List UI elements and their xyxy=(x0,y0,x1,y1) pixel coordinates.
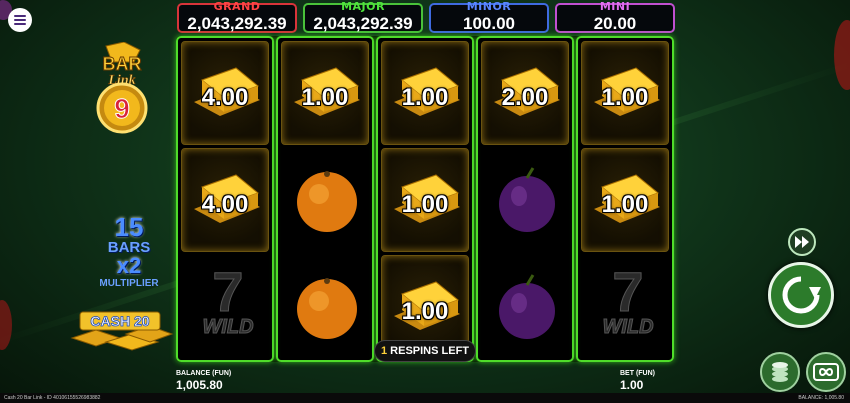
gold-bar-value: 1.00 xyxy=(401,298,449,325)
plum-cell xyxy=(481,148,569,252)
multiplier-label: MULTIPLIER xyxy=(99,278,159,289)
bars-counter: 15 BARS x2 MULTIPLIER xyxy=(90,214,168,289)
respins-left-badge: 1 RESPINS LEFT xyxy=(374,340,476,362)
footer-strip: Cash 20 Bar Link - ID 40106155526983882 … xyxy=(0,393,850,403)
gold-bar-cell: 4.00 xyxy=(181,148,269,252)
bet-coins-button[interactable] xyxy=(760,352,800,392)
logo-text-bar: BAR xyxy=(103,54,142,74)
bet-value: 1.00 xyxy=(620,378,644,392)
jackpot-grand-label: GRAND xyxy=(213,0,261,13)
respins-label: RESPINS LEFT xyxy=(390,345,470,357)
respins-count: 1 xyxy=(380,345,388,357)
footer-balance: BALANCE: 1,005.80 xyxy=(798,395,844,401)
fast-forward-icon xyxy=(795,236,809,248)
menu-icon-line xyxy=(14,15,26,17)
turbo-button[interactable] xyxy=(788,228,816,256)
gold-bar-value: 1.00 xyxy=(401,191,449,218)
gold-bar-value: 1.00 xyxy=(301,84,349,111)
footer-game-id: Cash 20 Bar Link - ID 40106155526983882 xyxy=(4,395,101,401)
reel-5: 1.00 1.00 7 WILD xyxy=(576,36,674,362)
menu-icon-line xyxy=(14,23,26,25)
autoplay-button[interactable] xyxy=(806,352,846,392)
balance-label: BALANCE (FUN) xyxy=(176,370,232,377)
gold-bar-value: 1.00 xyxy=(401,84,449,111)
jackpot-minor: MINOR 100.00 xyxy=(429,0,549,33)
reel-2: 1.00 xyxy=(276,36,374,362)
jackpot-mini-label: MINI xyxy=(599,0,631,13)
multiplier-value: x2 xyxy=(116,253,142,278)
orange-cell xyxy=(281,255,369,359)
jackpot-bar: GRAND 2,043,292.39 MAJOR 2,043,292.39 MI… xyxy=(177,0,675,33)
bet-label: BET (FUN) xyxy=(620,370,655,377)
gold-bar-cell: 1.00 xyxy=(581,41,669,145)
wild-cell: 7 WILD xyxy=(581,255,669,359)
gold-bar-value: 2.00 xyxy=(501,84,549,111)
reel-1: 4.00 4.00 7 WILD xyxy=(176,36,274,362)
coin-stack-icon xyxy=(772,362,788,382)
gold-bar-cell: 1.00 xyxy=(581,148,669,252)
gold-bar-cell: 4.00 xyxy=(181,41,269,145)
gold-bar-value: 1.00 xyxy=(601,84,649,111)
reel-3: 1.00 1.00 1.00 xyxy=(376,36,474,362)
wild-seven-icon: 7 WILD xyxy=(202,261,254,339)
infinity-icon xyxy=(813,363,839,381)
bar-link-logo: BAR Link 9 xyxy=(96,42,148,134)
jackpot-grand-value: 2,043,292.39 xyxy=(187,14,287,33)
jackpot-major-value: 2,043,292.39 xyxy=(313,14,413,33)
gold-bar-cell: 1.00 xyxy=(281,41,369,145)
gold-bar-cell: 1.00 xyxy=(381,41,469,145)
menu-icon-line xyxy=(14,19,26,21)
balance-value: 1,005.80 xyxy=(176,378,223,392)
svg-text:7: 7 xyxy=(212,261,243,323)
gold-bar-cell: 1.00 xyxy=(381,148,469,252)
refresh-icon xyxy=(782,276,821,314)
orange-cell xyxy=(281,148,369,252)
gold-bar-cell: 2.00 xyxy=(481,41,569,145)
menu-button[interactable] xyxy=(8,8,32,32)
logo-number: 9 xyxy=(114,93,130,124)
gold-bar-value: 4.00 xyxy=(201,84,249,111)
balance-display: BALANCE (FUN) 1,005.80 xyxy=(176,370,266,392)
wild-seven-icon: 7 WILD xyxy=(602,261,654,339)
jackpot-mini-value: 20.00 xyxy=(593,14,637,33)
cash-20-gold-stack: CASH 20 xyxy=(70,311,174,351)
jackpot-major: MAJOR 2,043,292.39 xyxy=(303,0,423,33)
jackpot-grand: GRAND 2,043,292.39 xyxy=(177,0,297,33)
svg-text:WILD: WILD xyxy=(602,316,653,338)
orange-icon xyxy=(297,171,357,232)
spin-button[interactable] xyxy=(768,262,834,328)
gold-bar-value: 1.00 xyxy=(601,191,649,218)
jackpot-major-label: MAJOR xyxy=(341,0,385,13)
bet-display: BET (FUN) 1.00 xyxy=(620,370,700,392)
plum-icon xyxy=(499,167,555,232)
jackpot-minor-value: 100.00 xyxy=(463,14,515,33)
svg-text:7: 7 xyxy=(612,261,643,323)
cash-20-label: CASH 20 xyxy=(90,313,149,329)
plum-cell xyxy=(481,255,569,359)
svg-text:WILD: WILD xyxy=(202,316,253,338)
orange-icon xyxy=(297,278,357,339)
jackpot-mini: MINI 20.00 xyxy=(555,0,675,33)
reel-grid: 4.00 4.00 7 WILD 1.00 1.00 1.00 1.00 2.0… xyxy=(176,36,674,362)
bars-count-number: 15 xyxy=(114,212,144,242)
jackpot-minor-label: MINOR xyxy=(466,0,512,13)
gold-bar-value: 4.00 xyxy=(201,191,249,218)
reel-4: 2.00 xyxy=(476,36,574,362)
plum-icon xyxy=(499,274,555,339)
background-orb-red-right xyxy=(834,20,850,90)
wild-cell: 7 WILD xyxy=(181,255,269,359)
